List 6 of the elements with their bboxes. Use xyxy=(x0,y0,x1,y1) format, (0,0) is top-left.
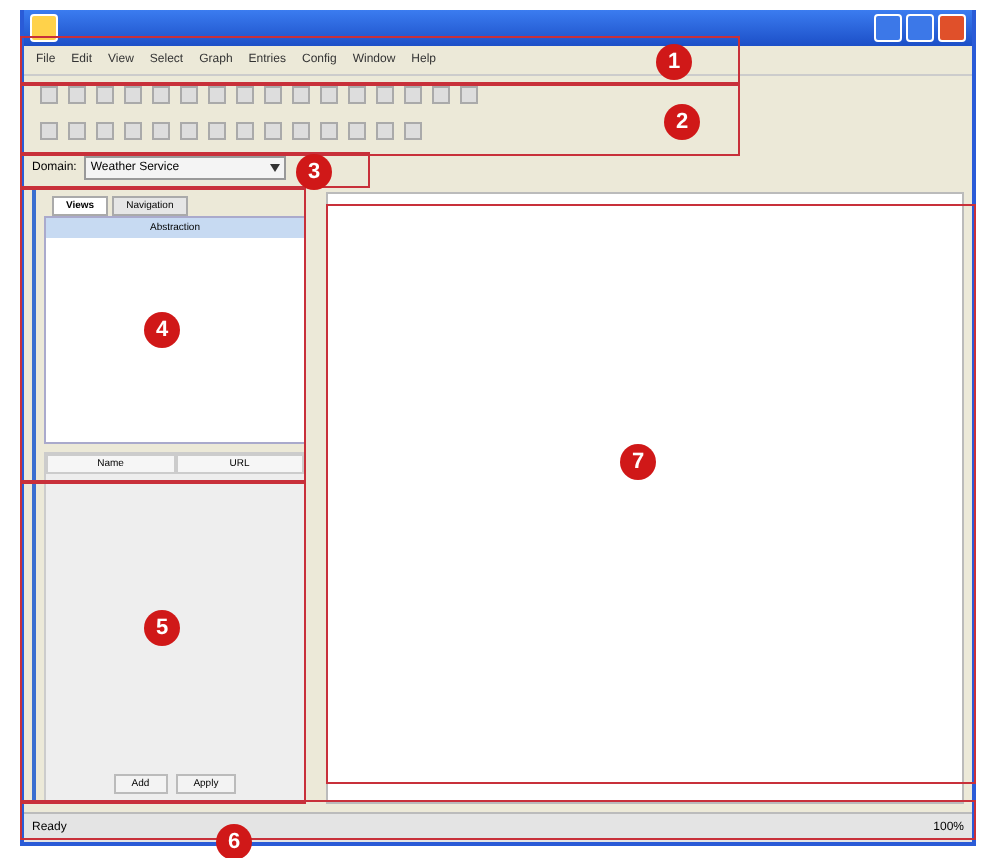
close-button[interactable] xyxy=(938,14,966,42)
maximize-button[interactable] xyxy=(906,14,934,42)
minimize-button[interactable] xyxy=(874,14,902,42)
annotation-badge: 6 xyxy=(216,824,252,858)
app-icon xyxy=(30,14,58,42)
caret-icon xyxy=(270,164,281,172)
